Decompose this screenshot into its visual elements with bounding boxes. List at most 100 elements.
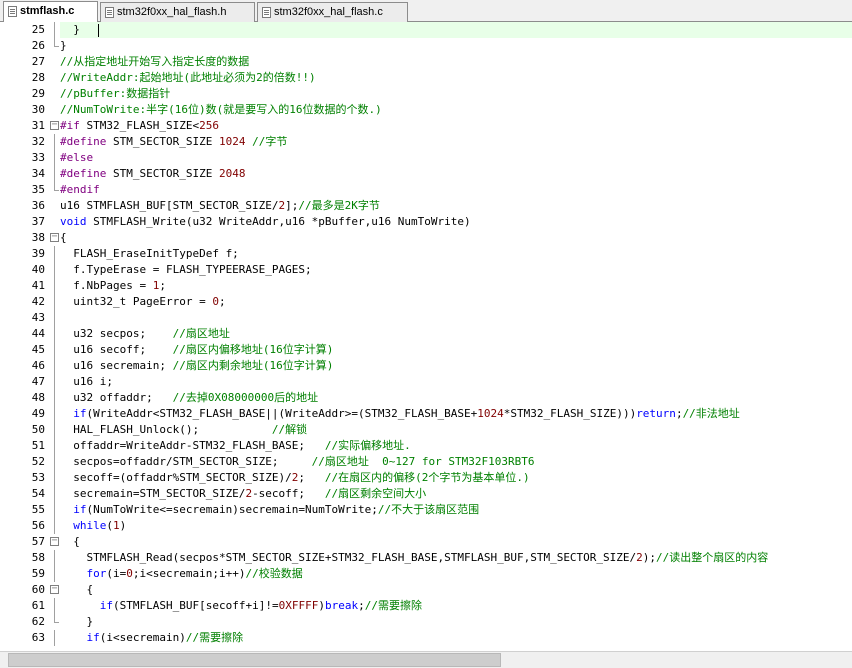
code-line[interactable]: 42 uint32_t PageError = 0; (0, 294, 852, 310)
fold-toggle-icon[interactable]: − (50, 120, 59, 130)
line-number: 39 (31, 247, 45, 260)
code-text: secoff=(offaddr%STM_SECTOR_SIZE)/2; //在扇… (60, 471, 530, 484)
code-line[interactable]: 39 FLASH_EraseInitTypeDef f; (0, 246, 852, 262)
file-icon (262, 7, 271, 18)
tab-bar: stmflash.c stm32f0xx_hal_flash.h stm32f0… (0, 0, 852, 23)
line-number: 62 (31, 615, 45, 628)
code-line[interactable]: 63 if(i<secremain)//需要擦除 (0, 630, 852, 646)
code-line[interactable]: 61 if(STMFLASH_BUF[secoff+i]!=0XFFFF)bre… (0, 598, 852, 614)
code-line[interactable]: 41 f.NbPages = 1; (0, 278, 852, 294)
tab-label: stmflash.c (20, 5, 75, 17)
code-text: void STMFLASH_Write(u32 WriteAddr,u16 *p… (60, 215, 471, 228)
fold-guide (54, 166, 55, 182)
line-number: 35 (31, 183, 45, 196)
code-line[interactable]: 62 } (0, 614, 852, 630)
code-line[interactable]: 53 secoff=(offaddr%STM_SECTOR_SIZE)/2; /… (0, 470, 852, 486)
code-line[interactable]: 28 //WriteAddr:起始地址(此地址必须为2的倍数!!) (0, 70, 852, 86)
code-text: f.NbPages = 1; (60, 279, 166, 292)
fold-guide (54, 294, 55, 310)
code-text: if(WriteAddr<STM32_FLASH_BASE||(WriteAdd… (73, 407, 740, 420)
fold-guide (54, 422, 55, 438)
code-editor[interactable]: 25 } 26} 27//从指定地址开始写入指定长度的数据 28//WriteAddr… (0, 22, 852, 651)
line-number: 52 (31, 455, 45, 468)
fold-guide (54, 486, 55, 502)
code-line[interactable]: 33 #else (0, 150, 852, 166)
code-line[interactable]: 44 u32 secpos; //扇区地址 (0, 326, 852, 342)
code-line[interactable]: 31− #if STM32_FLASH_SIZE<256 (0, 118, 852, 134)
code-line[interactable]: 35 #endif (0, 182, 852, 198)
tab-label: stm32f0xx_hal_flash.c (274, 6, 383, 18)
fold-guide (54, 390, 55, 406)
line-number: 47 (31, 375, 45, 388)
line-number: 49 (31, 407, 45, 420)
code-text: u32 secpos; //扇区地址 (60, 327, 230, 340)
code-line[interactable]: 36 u16 STMFLASH_BUF[STM_SECTOR_SIZE/2];//… (0, 198, 852, 214)
scrollbar-thumb[interactable] (8, 653, 501, 667)
code-text: } (60, 615, 94, 628)
fold-guide (54, 566, 55, 582)
code-line[interactable]: 60− { (0, 582, 852, 598)
code-line[interactable]: 43 (0, 310, 852, 326)
code-line[interactable]: 26} (0, 38, 852, 54)
line-number: 37 (31, 215, 45, 228)
code-line[interactable]: 52 secpos=offaddr/STM_SECTOR_SIZE; //扇区地… (0, 454, 852, 470)
tab-stm32f0xx-hal-flash-c[interactable]: stm32f0xx_hal_flash.c (257, 2, 408, 22)
tab-label: stm32f0xx_hal_flash.h (117, 6, 227, 18)
fold-guide (54, 598, 55, 614)
code-text: secpos=offaddr/STM_SECTOR_SIZE; //扇区地址 0… (60, 455, 535, 468)
code-line[interactable]: 29 //pBuffer:数据指针 (0, 86, 852, 102)
code-line[interactable]: 55 if(NumToWrite<=secremain)secremain=Nu… (0, 502, 852, 518)
code-line[interactable]: 37 void STMFLASH_Write(u32 WriteAddr,u16 … (0, 214, 852, 230)
code-line[interactable]: 25 } (0, 22, 852, 38)
code-text: { (60, 583, 94, 596)
code-line[interactable]: 51 offaddr=WriteAddr-STM32_FLASH_BASE; /… (0, 438, 852, 454)
fold-end-marker (54, 190, 59, 191)
fold-guide (54, 502, 55, 518)
code-line[interactable]: 48 u32 offaddr; //去掉0X08000000后的地址 (0, 390, 852, 406)
horizontal-scrollbar[interactable] (0, 651, 852, 668)
fold-toggle-icon[interactable]: − (50, 584, 59, 594)
code-text: #endif (60, 183, 100, 196)
code-line[interactable]: 56 while(1) (0, 518, 852, 534)
code-line[interactable]: 32 #define STM_SECTOR_SIZE 1024 //字节 (0, 134, 852, 150)
fold-guide (54, 518, 55, 534)
code-line[interactable]: 27 //从指定地址开始写入指定长度的数据 (0, 54, 852, 70)
code-text: uint32_t PageError = 0; (60, 295, 226, 308)
code-line[interactable]: 59 for(i=0;i<secremain;i++)//校验数据 (0, 566, 852, 582)
file-icon (8, 6, 17, 17)
code-text: for(i=0;i<secremain;i++)//校验数据 (86, 567, 303, 580)
code-line[interactable]: 46 u16 secremain; //扇区内剩余地址(16位字计算) (0, 358, 852, 374)
code-line[interactable]: 49 if(WriteAddr<STM32_FLASH_BASE||(Write… (0, 406, 852, 422)
line-number: 29 (31, 87, 45, 100)
line-number: 40 (31, 263, 45, 276)
code-text: u16 secoff; //扇区内偏移地址(16位字计算) (60, 343, 334, 356)
text-cursor (98, 24, 99, 37)
code-line[interactable]: 30 //NumToWrite:半字(16位)数(就是要写入的16位数据的个数.) (0, 102, 852, 118)
line-number: 48 (31, 391, 45, 404)
fold-toggle-icon[interactable]: − (50, 536, 59, 546)
code-line[interactable]: 58 STMFLASH_Read(secpos*STM_SECTOR_SIZE+… (0, 550, 852, 566)
line-number: 28 (31, 71, 45, 84)
file-icon (105, 7, 114, 18)
code-line[interactable]: 34 #define STM_SECTOR_SIZE 2048 (0, 166, 852, 182)
code-line[interactable]: 40 f.TypeErase = FLASH_TYPEERASE_PAGES; (0, 262, 852, 278)
fold-guide (54, 310, 55, 326)
code-line[interactable]: 50 HAL_FLASH_Unlock(); //解锁 (0, 422, 852, 438)
tab-stmflash-c[interactable]: stmflash.c (3, 1, 98, 23)
code-text: offaddr=WriteAddr-STM32_FLASH_BASE; //实际… (60, 439, 411, 452)
code-line[interactable]: 54 secremain=STM_SECTOR_SIZE/2-secoff; /… (0, 486, 852, 502)
fold-guide (54, 358, 55, 374)
fold-guide (54, 278, 55, 294)
line-number: 51 (31, 439, 45, 452)
line-number: 36 (31, 199, 45, 212)
code-line[interactable]: 45 u16 secoff; //扇区内偏移地址(16位字计算) (0, 342, 852, 358)
code-line[interactable]: 38−{ (0, 230, 852, 246)
line-number: 50 (31, 423, 45, 436)
tab-stm32f0xx-hal-flash-h[interactable]: stm32f0xx_hal_flash.h (100, 2, 255, 22)
line-number: 45 (31, 343, 45, 356)
fold-toggle-icon[interactable]: − (50, 232, 59, 242)
fold-end-marker (54, 622, 59, 623)
code-line[interactable]: 57− { (0, 534, 852, 550)
code-line[interactable]: 47 u16 i; (0, 374, 852, 390)
